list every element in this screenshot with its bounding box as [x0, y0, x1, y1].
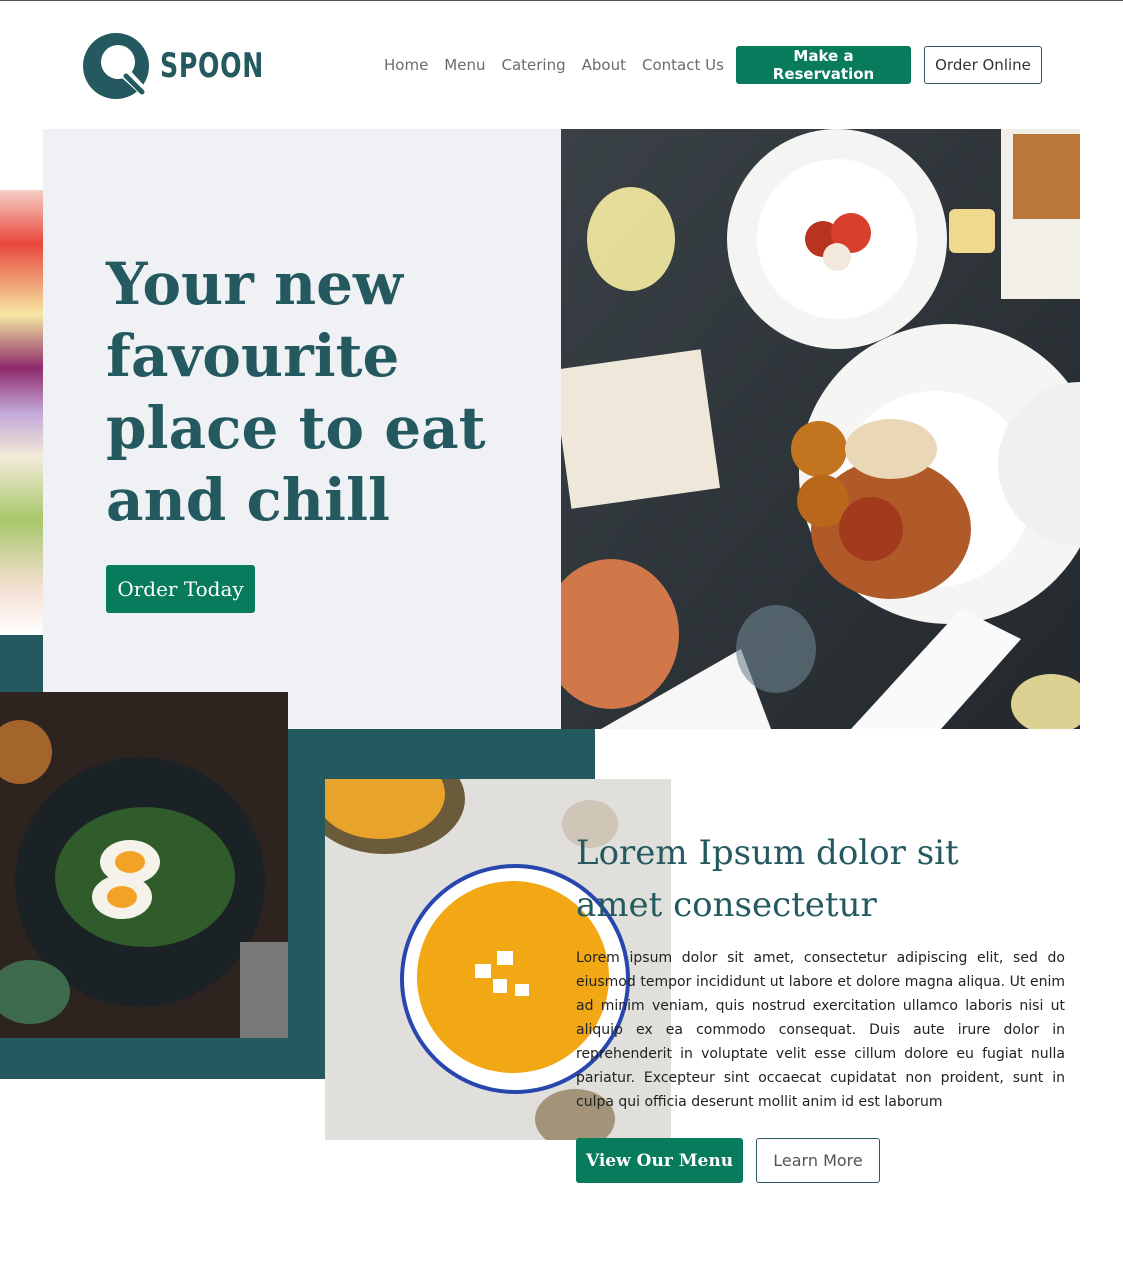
order-online-button[interactable]: Order Online: [924, 46, 1042, 84]
site-header: SPOON Home Menu Catering About Contact U…: [0, 1, 1123, 128]
hero-title: Your new favourite place to eat and chil…: [106, 250, 486, 534]
view-menu-button[interactable]: View Our Menu: [576, 1138, 743, 1183]
make-reservation-button[interactable]: Make a Reservation: [736, 46, 911, 84]
brand-logo[interactable]: SPOON: [82, 32, 301, 100]
brand-name: SPOON: [160, 46, 265, 86]
nav-home[interactable]: Home: [384, 56, 428, 74]
decorative-teal-strip: [288, 729, 595, 779]
nav-about[interactable]: About: [582, 56, 626, 74]
main-nav: Home Menu Catering About Contact Us: [384, 56, 724, 74]
decorative-teal-patch: [0, 635, 43, 692]
nav-contact-us[interactable]: Contact Us: [642, 56, 724, 74]
section-body: Lorem ipsum dolor sit amet, consectetur …: [576, 950, 1065, 1110]
egg-sandwich-image: [0, 692, 288, 1038]
fruit-image-strip: [0, 190, 43, 635]
order-today-button[interactable]: Order Today: [106, 565, 255, 613]
hero-food-image: [561, 129, 1080, 729]
nav-catering[interactable]: Catering: [501, 56, 565, 74]
nav-menu[interactable]: Menu: [444, 56, 485, 74]
section-title: Lorem Ipsum dolor sit amet consectetur: [576, 833, 959, 925]
learn-more-button[interactable]: Learn More: [756, 1138, 880, 1183]
spoon-logo-icon: [83, 33, 150, 99]
